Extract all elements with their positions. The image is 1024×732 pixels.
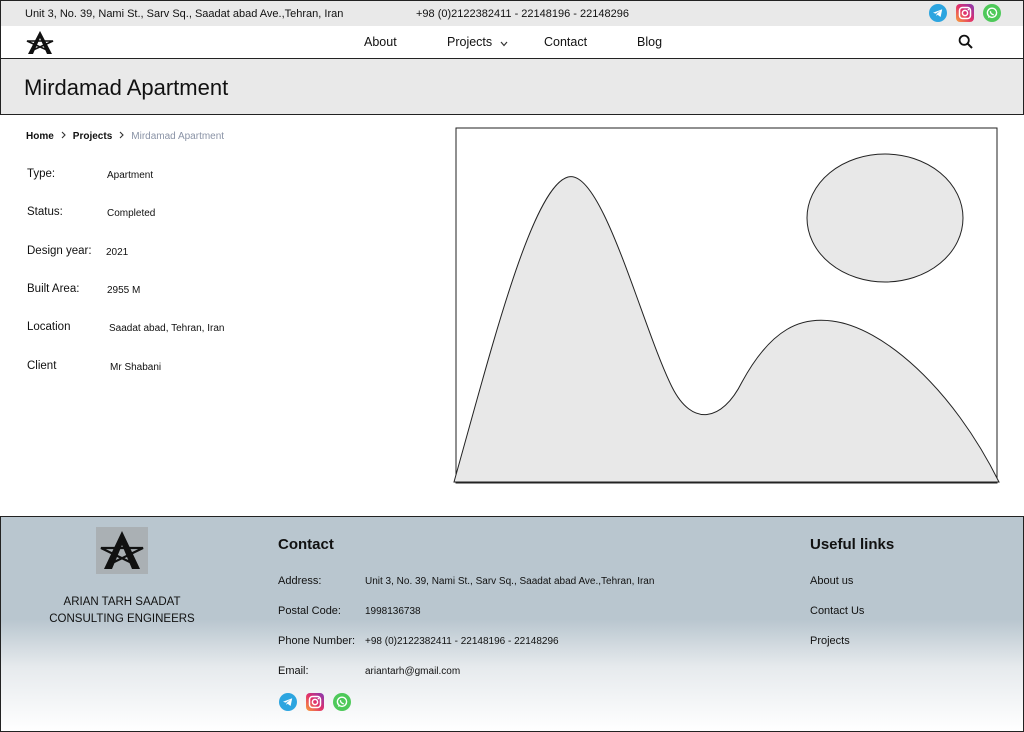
detail-value: 2955 M bbox=[107, 285, 141, 296]
footer-contact-heading: Contact bbox=[278, 536, 334, 553]
instagram-icon[interactable] bbox=[956, 4, 974, 22]
detail-label: Type: bbox=[27, 168, 56, 180]
detail-value: Apartment bbox=[107, 170, 154, 181]
detail-value: Completed bbox=[107, 208, 156, 219]
breadcrumb: Home Projects Mirdamad Apartment bbox=[26, 131, 224, 142]
detail-label: Design year: bbox=[27, 245, 92, 257]
search-icon[interactable] bbox=[957, 33, 975, 51]
footer-email-value[interactable]: ariantarh@gmail.com bbox=[365, 666, 460, 677]
footer-company-name: ARIAN TARH SAADAT CONSULTING ENGINEERS bbox=[41, 594, 203, 628]
site-footer: ARIAN TARH SAADAT CONSULTING ENGINEERS C… bbox=[0, 516, 1024, 732]
telegram-icon[interactable] bbox=[929, 4, 947, 22]
nav-projects-label: Projects bbox=[447, 35, 493, 49]
brand-logo[interactable] bbox=[25, 29, 55, 56]
breadcrumb-current: Mirdamad Apartment bbox=[131, 131, 225, 142]
top-address: Unit 3, No. 39, Nami St., Sarv Sq., Saad… bbox=[25, 8, 344, 20]
detail-value: Saadat abad, Tehran, Iran bbox=[109, 323, 225, 334]
nav-projects[interactable]: Projects bbox=[447, 35, 508, 50]
top-social-links bbox=[929, 4, 1001, 22]
breadcrumb-projects[interactable]: Projects bbox=[73, 131, 112, 142]
footer-address-label: Address: bbox=[278, 575, 322, 587]
footer-address-value: Unit 3, No. 39, Nami St., Sarv Sq., Saad… bbox=[365, 576, 655, 587]
detail-label: Location bbox=[27, 321, 71, 333]
project-image-placeholder bbox=[452, 127, 1001, 485]
chevron-down-icon bbox=[500, 36, 508, 50]
footer-social-links bbox=[279, 693, 351, 711]
footer-link-contact-us[interactable]: Contact Us bbox=[810, 605, 864, 617]
whatsapp-icon[interactable] bbox=[333, 693, 351, 711]
nav-about[interactable]: About bbox=[364, 35, 397, 49]
instagram-icon[interactable] bbox=[306, 693, 324, 711]
footer-phone-value: +98 (0)2122382411 - 22148196 - 22148296 bbox=[365, 636, 559, 647]
footer-postal-value: 1998136738 bbox=[365, 606, 421, 617]
detail-label: Built Area: bbox=[27, 283, 80, 295]
telegram-icon[interactable] bbox=[279, 693, 297, 711]
image-placeholder-icon bbox=[453, 127, 1000, 484]
footer-link-projects[interactable]: Projects bbox=[810, 635, 850, 647]
footer-phone-label: Phone Number: bbox=[278, 635, 356, 647]
footer-link-about-us[interactable]: About us bbox=[810, 575, 853, 587]
chevron-right-icon bbox=[119, 131, 125, 142]
nav-contact[interactable]: Contact bbox=[544, 35, 587, 49]
detail-label: Client bbox=[27, 360, 57, 372]
chevron-right-icon bbox=[61, 131, 66, 142]
detail-label: Status: bbox=[27, 206, 63, 218]
footer-postal-label: Postal Code: bbox=[278, 605, 341, 617]
page-title: Mirdamad Apartment bbox=[24, 75, 229, 100]
whatsapp-icon[interactable] bbox=[983, 4, 1001, 22]
nav-blog[interactable]: Blog bbox=[637, 35, 662, 49]
company-line-1: ARIAN TARH SAADAT bbox=[63, 596, 181, 608]
breadcrumb-home[interactable]: Home bbox=[26, 131, 54, 142]
detail-value: 2021 bbox=[106, 247, 129, 258]
footer-links-heading: Useful links bbox=[810, 536, 895, 553]
footer-logo bbox=[96, 527, 148, 574]
top-info-bar: Unit 3, No. 39, Nami St., Sarv Sq., Saad… bbox=[0, 0, 1024, 27]
detail-value: Mr Shabani bbox=[110, 362, 162, 373]
footer-email-label: Email: bbox=[278, 665, 309, 677]
company-line-2: CONSULTING ENGINEERS bbox=[49, 613, 195, 625]
main-navbar: About Projects Contact Blog bbox=[0, 26, 1024, 59]
top-phone: +98 (0)2122382411 - 22148196 - 22148296 bbox=[416, 8, 629, 20]
page-title-band: Mirdamad Apartment bbox=[0, 58, 1024, 115]
